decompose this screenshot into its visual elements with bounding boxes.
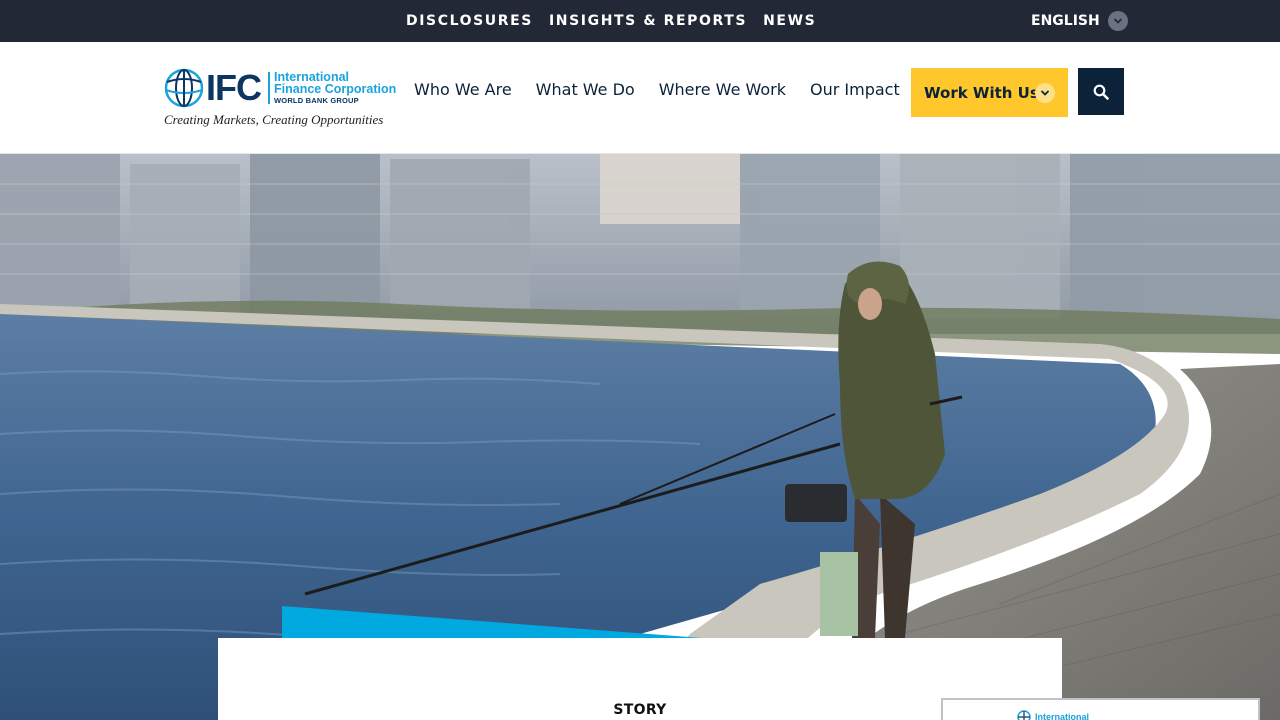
chevron-down-icon xyxy=(1035,83,1055,103)
hero-accent-band xyxy=(282,606,702,638)
language-label: ENGLISH xyxy=(1031,13,1100,29)
ifc-logo[interactable]: IFC International Finance Corporation WO… xyxy=(164,68,396,130)
work-with-us-label: Work With Us xyxy=(924,83,1039,102)
search-icon xyxy=(1093,84,1109,100)
nav-our-impact[interactable]: Our Impact xyxy=(810,80,900,100)
globe-icon xyxy=(1017,710,1031,720)
mini-logo: International xyxy=(1017,710,1089,720)
search-button[interactable] xyxy=(1078,68,1124,115)
main-nav: Who We Are What We Do Where We Work Our … xyxy=(414,80,900,100)
utility-bar: DISCLOSURES INSIGHTS & REPORTS NEWS ENGL… xyxy=(0,0,1280,42)
nav-who-we-are[interactable]: Who We Are xyxy=(414,80,512,100)
logo-group: WORLD BANK GROUP xyxy=(274,96,359,105)
nav-where-we-work[interactable]: Where We Work xyxy=(659,80,786,100)
utility-link-disclosures[interactable]: DISCLOSURES xyxy=(406,13,533,29)
story-label: STORY xyxy=(613,702,667,718)
language-selector[interactable]: ENGLISH xyxy=(1031,11,1128,31)
utility-links: DISCLOSURES INSIGHTS & REPORTS NEWS xyxy=(406,13,816,29)
logo-divider xyxy=(268,72,270,104)
site-header: IFC International Finance Corporation WO… xyxy=(0,42,1280,154)
utility-link-insights-reports[interactable]: INSIGHTS & REPORTS xyxy=(549,13,747,29)
work-with-us-button[interactable]: Work With Us xyxy=(911,68,1068,117)
logo-name-line2: Finance Corporation xyxy=(274,82,397,96)
utility-link-news[interactable]: NEWS xyxy=(763,13,816,29)
story-card: STORY xyxy=(218,638,1062,720)
logo-tagline: Creating Markets, Creating Opportunities xyxy=(164,112,384,127)
chevron-down-icon xyxy=(1107,11,1128,31)
globe-icon xyxy=(164,68,204,108)
logo-acronym: IFC xyxy=(206,67,262,108)
logo-name: International Finance Corporation xyxy=(274,71,398,96)
floating-panel[interactable]: International xyxy=(941,698,1260,720)
nav-what-we-do[interactable]: What We Do xyxy=(536,80,635,100)
mini-logo-text: International xyxy=(1035,712,1090,720)
